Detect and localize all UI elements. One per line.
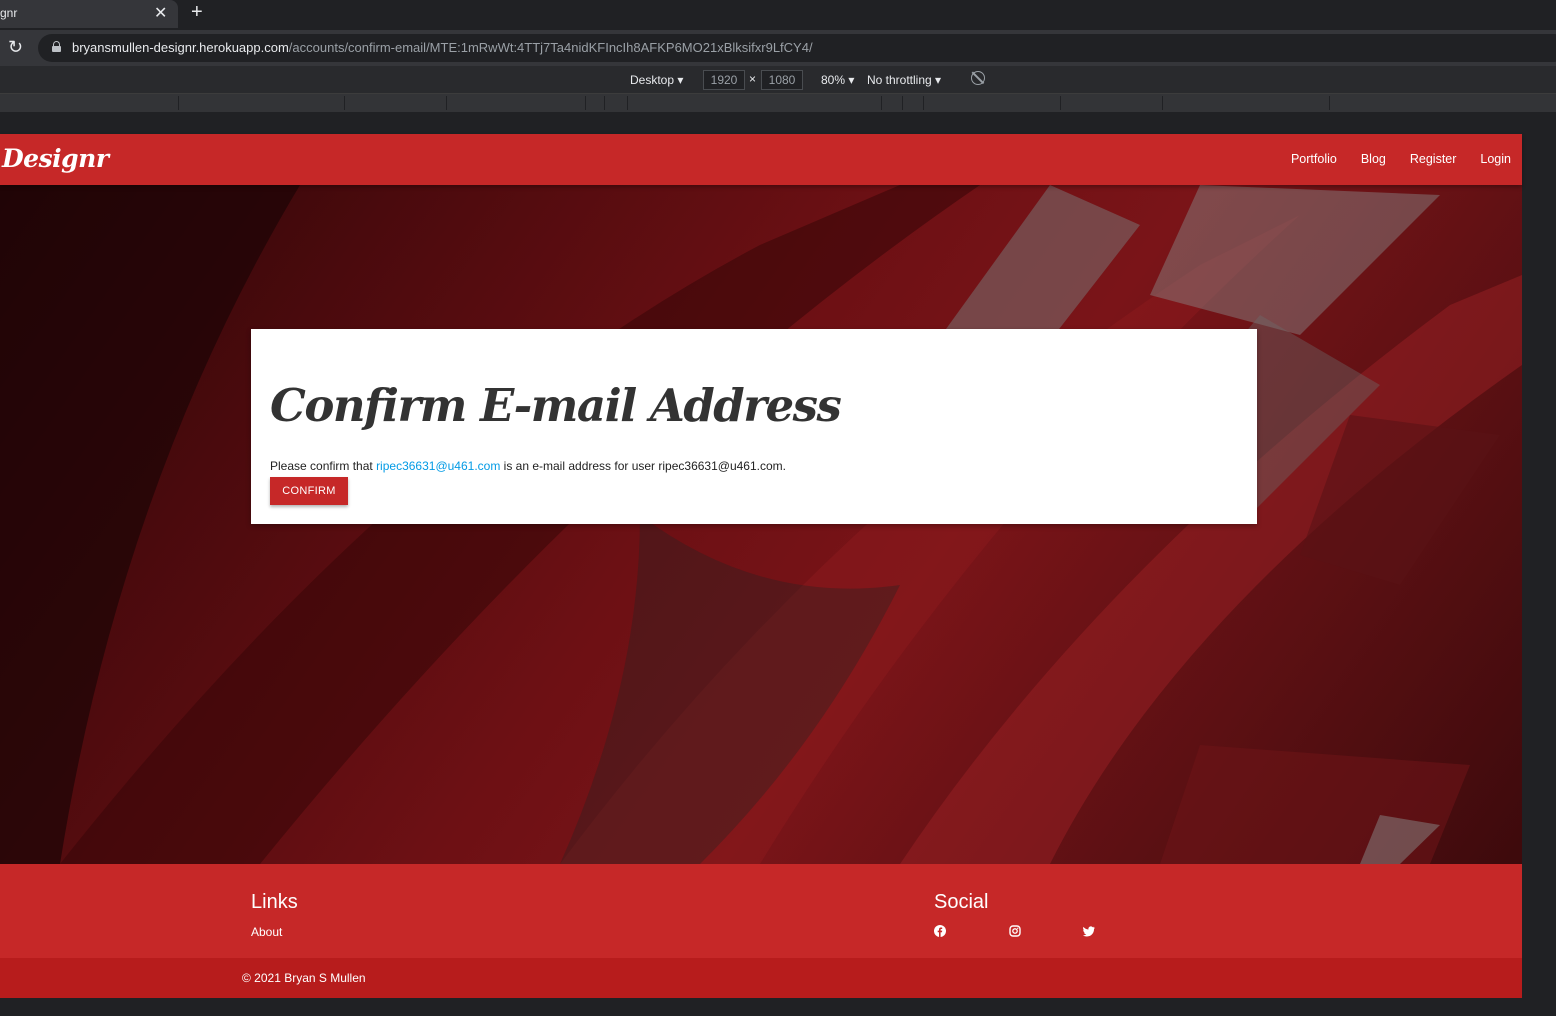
nav-blog[interactable]: Blog [1361, 152, 1386, 166]
brand-logo[interactable]: Designr [2, 144, 109, 173]
media-query-bar[interactable] [0, 94, 1556, 112]
browser-tab-bar: gnr ✕ + [0, 0, 1556, 30]
address-bar[interactable]: bryansmullen-designr.herokuapp.com/accou… [38, 34, 1556, 62]
instagram-icon[interactable] [1009, 925, 1021, 937]
footer-links-heading: Links [251, 891, 298, 913]
nav-portfolio[interactable]: Portfolio [1291, 152, 1337, 166]
device-toolbar: Desktop ▾ 1920 × 1080 80% ▾ No throttlin… [0, 66, 1556, 94]
copyright-text: © 2021 Bryan S Mullen [242, 971, 366, 985]
url-host: bryansmullen-designr.herokuapp.com [72, 40, 289, 55]
tab-title: gnr [0, 6, 18, 20]
confirm-email-card: Confirm E-mail Address Please confirm th… [251, 329, 1257, 524]
viewport-gutter [1522, 112, 1556, 1016]
facebook-icon[interactable] [934, 925, 946, 937]
page-title: Confirm E-mail Address [270, 379, 842, 432]
navbar: Designr Portfolio Blog Register Login [0, 134, 1522, 185]
nav-login[interactable]: Login [1480, 152, 1511, 166]
footer-about-link[interactable]: About [251, 925, 282, 939]
hero-background-image [0, 185, 1522, 864]
viewport-margin [0, 112, 1556, 134]
zoom-select[interactable]: 80% ▾ [821, 73, 854, 87]
hero-background: Confirm E-mail Address Please confirm th… [0, 185, 1522, 864]
confirm-button[interactable]: CONFIRM [270, 477, 348, 505]
lock-icon[interactable] [52, 41, 61, 52]
footer-social-heading: Social [934, 891, 989, 913]
footer: Links About Social [0, 864, 1522, 958]
times-separator: × [749, 72, 757, 86]
browser-toolbar: ↻ bryansmullen-designr.herokuapp.com/acc… [0, 30, 1556, 66]
confirm-message: Please confirm that ripec36631@u461.com … [270, 459, 786, 473]
page-viewport: Designr Portfolio Blog Register Login Co… [0, 134, 1522, 998]
device-select[interactable]: Desktop ▾ [630, 73, 683, 87]
nav-register[interactable]: Register [1410, 152, 1457, 166]
twitter-icon[interactable] [1083, 925, 1095, 937]
browser-tab[interactable]: gnr ✕ [0, 0, 178, 28]
message-prefix: Please confirm that [270, 459, 377, 473]
height-input[interactable]: 1080 [761, 70, 803, 90]
new-tab-icon[interactable]: + [191, 1, 203, 24]
throttling-select[interactable]: No throttling ▾ [867, 73, 941, 87]
url-text[interactable]: bryansmullen-designr.herokuapp.com/accou… [72, 40, 813, 55]
reload-icon[interactable]: ↻ [8, 37, 23, 58]
message-suffix: is an e-mail address for user ripec36631… [500, 459, 786, 473]
copyright-bar: © 2021 Bryan S Mullen [0, 958, 1522, 998]
nav-links: Portfolio Blog Register Login [1267, 152, 1511, 166]
email-link[interactable]: ripec36631@u461.com [376, 459, 500, 473]
width-input[interactable]: 1920 [703, 70, 745, 90]
url-path: /accounts/confirm-email/MTE:1mRwWt:4TTj7… [288, 40, 813, 55]
rotate-disabled-icon[interactable] [971, 71, 985, 85]
close-icon[interactable]: ✕ [154, 3, 167, 23]
